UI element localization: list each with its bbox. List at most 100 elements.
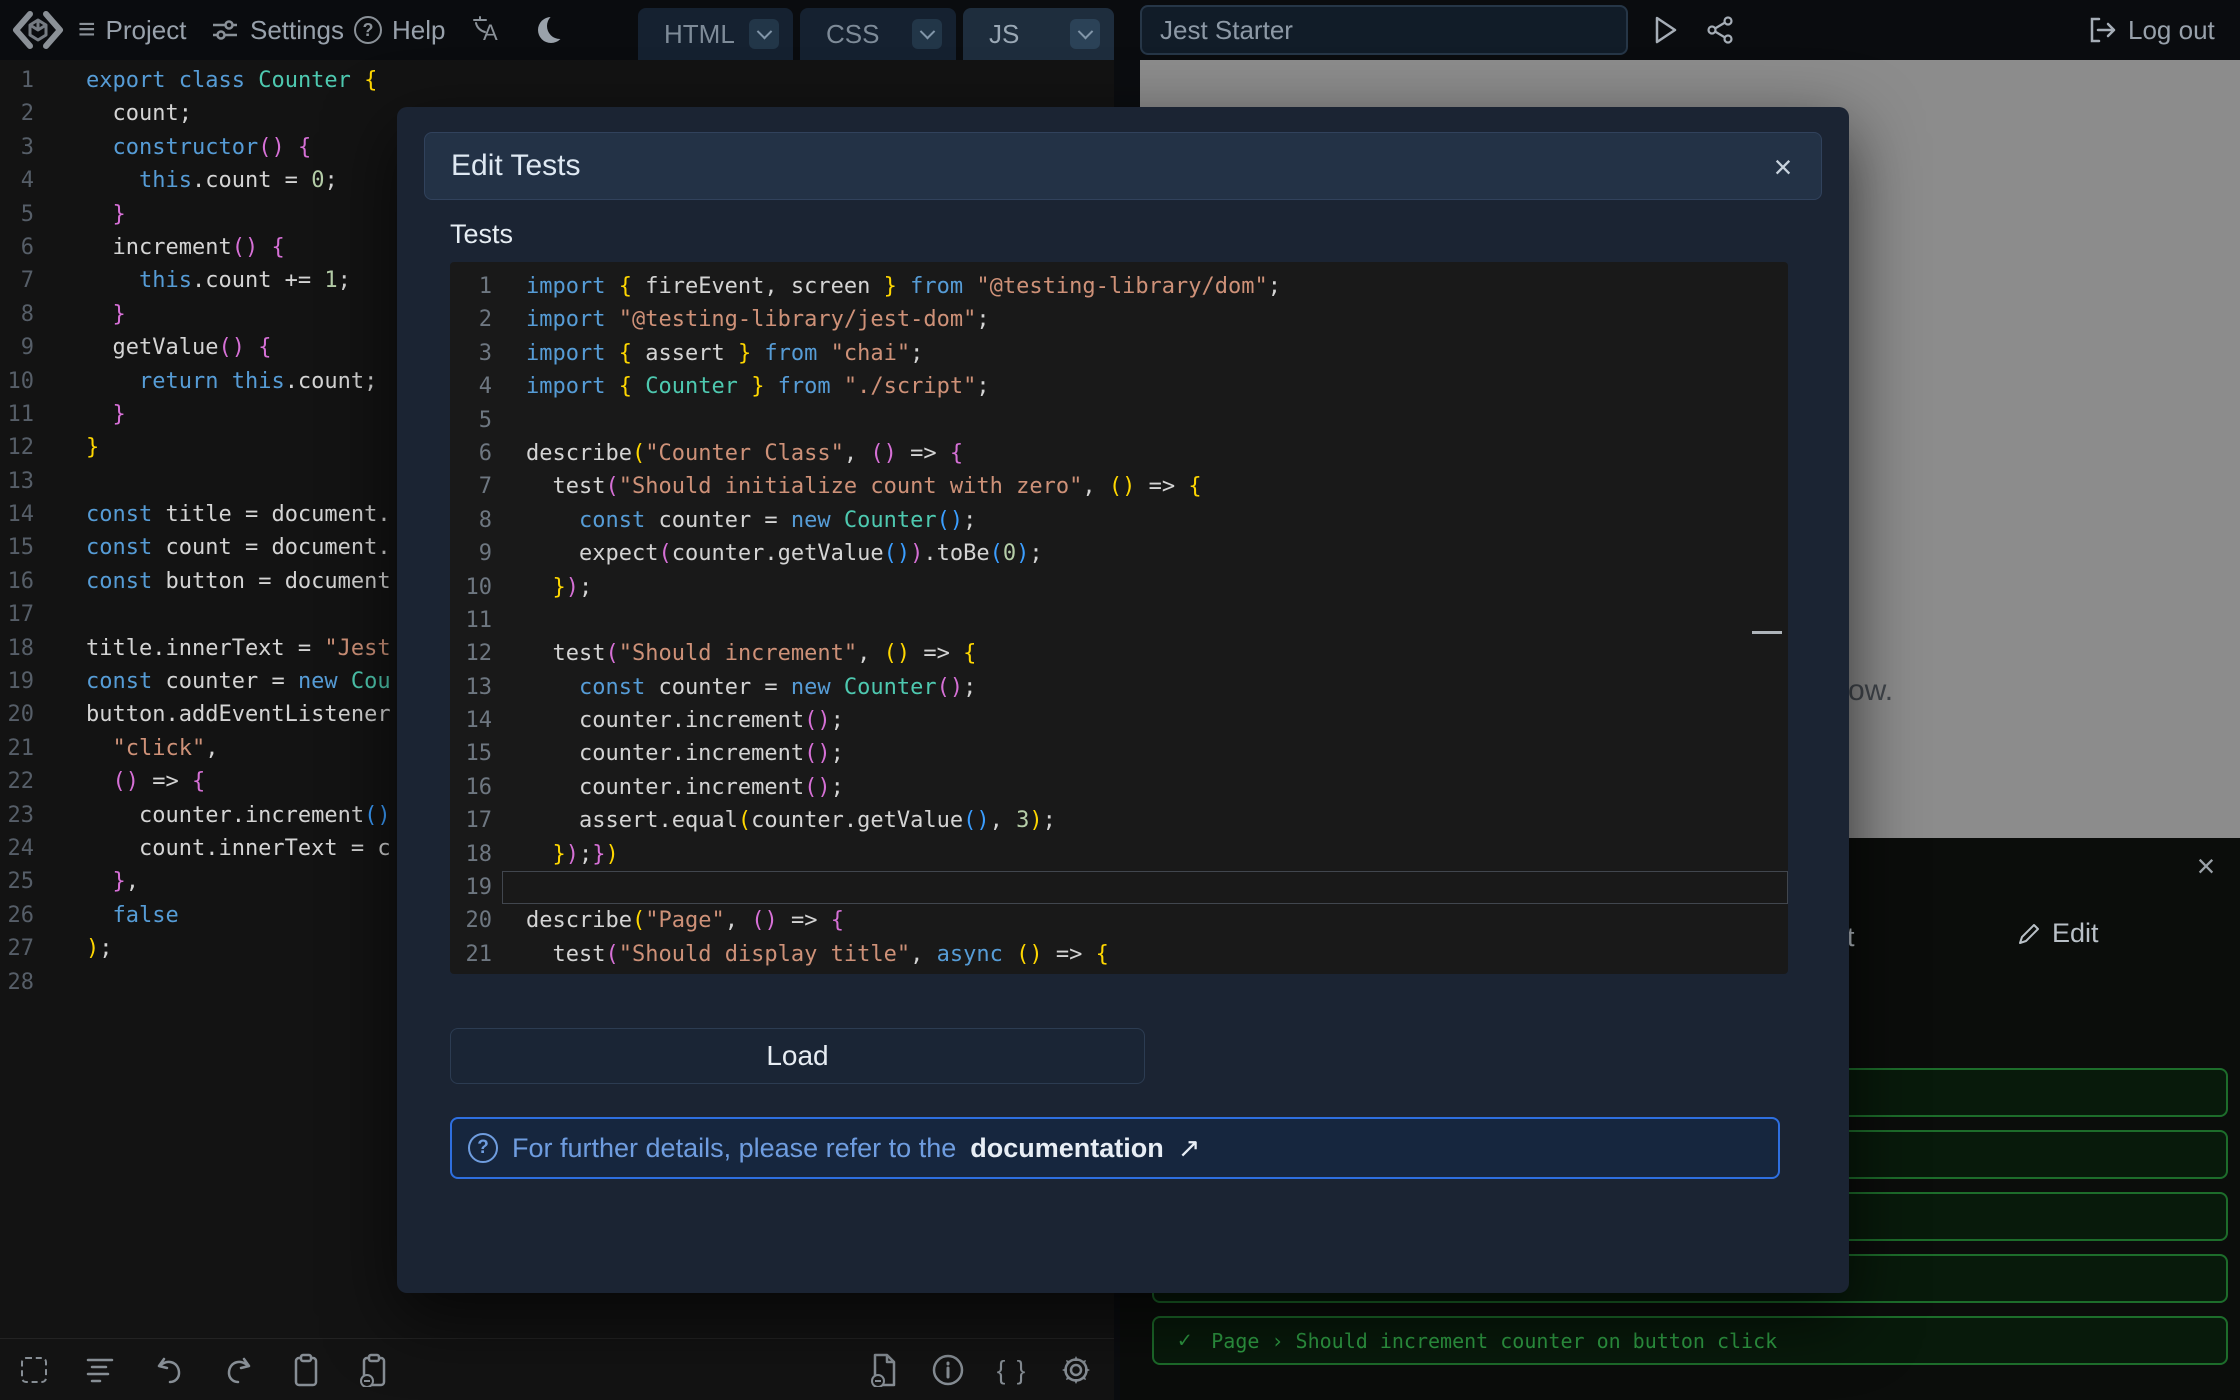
code-cube-logo-icon [12,6,64,54]
dark-mode-toggle[interactable] [538,0,564,60]
code-line: 14 counter.increment(); [450,704,1788,737]
line-number: 11 [450,604,502,637]
line-number: 8 [0,298,46,331]
load-button-label: Load [766,1040,828,1072]
check-icon: ✓ [1178,1328,1191,1353]
line-number: 13 [450,671,502,704]
line-number: 6 [0,231,46,264]
menu-item-project[interactable]: ≡ Project [78,0,186,60]
tests-code-editor[interactable]: 1import { fireEvent, screen } from "@tes… [450,262,1788,974]
code-line: 1import { fireEvent, screen } from "@tes… [450,270,1788,303]
info-button[interactable] [928,1350,968,1390]
html-options-dropdown[interactable] [749,19,779,49]
translate-icon: A [470,14,502,46]
select-all-button[interactable] [14,1350,54,1390]
line-number: 3 [450,337,502,370]
line-number: 10 [450,571,502,604]
undo-icon [154,1355,186,1385]
external-link-icon: ↗ [1178,1133,1201,1164]
line-number: 3 [0,131,46,164]
redo-button[interactable] [218,1350,258,1390]
edit-button-label: Edit [2052,918,2099,949]
line-number: 13 [0,465,46,498]
code-line: 1export class Counter { [0,64,1114,97]
line-number: 1 [450,270,502,303]
tab-label: CSS [826,19,879,50]
line-number: 9 [0,331,46,364]
run-button[interactable] [1650,0,1680,60]
line-number: 17 [450,804,502,837]
menu-item-help[interactable]: ? Help [354,0,445,60]
line-number: 14 [0,498,46,531]
test-result-text: Page › Should increment counter on butto… [1211,1329,1777,1353]
load-button[interactable]: Load [450,1028,1145,1084]
logout-icon [2086,14,2118,46]
line-number: 8 [450,504,502,537]
copy-button[interactable] [354,1350,394,1390]
code-line: 13 const counter = new Counter(); [450,671,1788,704]
logout-label: Log out [2128,15,2215,46]
code-line: 3import { assert } from "chai"; [450,337,1788,370]
app-root: ≡ Project Settings ? Help A HTML [0,0,2240,1400]
code-line: 12 test("Should increment", () => { [450,637,1788,670]
clipboard-minus-icon [359,1353,389,1387]
line-number: 19 [450,871,502,904]
line-number: 23 [0,799,46,832]
info-icon [931,1353,965,1387]
test-result-row: ✓ Page › Should increment counter on butt… [1152,1316,2228,1365]
line-number: 1 [0,64,46,97]
editor-scrollbar-thumb[interactable] [1752,631,1782,634]
line-number: 7 [450,470,502,503]
tab-label: HTML [664,19,735,50]
edit-tests-button[interactable]: Edit [2016,918,2099,949]
undo-button[interactable] [150,1350,190,1390]
menu-item-settings[interactable]: Settings [210,0,344,60]
translate-button[interactable]: A [470,0,502,60]
chevron-down-icon [919,23,935,39]
close-icon: × [1774,149,1793,186]
code-line: 21 test("Should display title", async ()… [450,938,1788,971]
share-button[interactable] [1704,0,1736,60]
tab-js[interactable]: JS [963,8,1114,60]
modal-header: Edit Tests × [424,132,1822,200]
line-number: 25 [0,865,46,898]
code-line: 18 });}) [450,838,1788,871]
modal-title: Edit Tests [451,149,581,183]
documentation-link[interactable]: documentation [970,1133,1164,1164]
code-line: 5 [450,404,1788,437]
code-line: 6describe("Counter Class", () => { [450,437,1788,470]
help-circle-icon: ? [468,1133,498,1163]
line-number: 10 [0,365,46,398]
js-options-dropdown[interactable] [1070,19,1100,49]
css-options-dropdown[interactable] [912,19,942,49]
format-braces-button[interactable]: { } [992,1350,1032,1390]
project-name-input[interactable] [1140,5,1628,55]
line-number: 15 [0,531,46,564]
file-link-icon [870,1353,898,1387]
line-number: 17 [0,598,46,631]
close-icon: × [2197,848,2216,885]
paste-button[interactable] [286,1350,326,1390]
line-number: 20 [0,698,46,731]
line-number: 6 [450,437,502,470]
format-code-button[interactable] [82,1350,122,1390]
redo-icon [222,1355,254,1385]
tab-css[interactable]: CSS [800,8,956,60]
modal-close-button[interactable]: × [1763,147,1803,187]
banner-text: For further details, please refer to the [512,1133,956,1164]
app-logo[interactable] [12,0,64,60]
code-line: 20describe("Page", () => { [450,904,1788,937]
tab-html[interactable]: HTML [638,8,793,60]
share-icon [1704,14,1736,46]
logout-button[interactable]: Log out [2086,0,2215,60]
code-line: 9 expect(counter.getValue()).toBe(0); [450,537,1788,570]
code-line: 4import { Counter } from "./script"; [450,370,1788,403]
menu-icon: ≡ [78,13,96,47]
file-settings-button[interactable] [864,1350,904,1390]
code-line: 17 assert.equal(counter.getValue(), 3); [450,804,1788,837]
settings-button[interactable] [1056,1350,1096,1390]
line-number: 12 [450,637,502,670]
edit-tests-modal: Edit Tests × Tests 1import { fireEvent, … [397,107,1849,1293]
line-number: 12 [0,431,46,464]
results-close-button[interactable]: × [2184,844,2228,888]
